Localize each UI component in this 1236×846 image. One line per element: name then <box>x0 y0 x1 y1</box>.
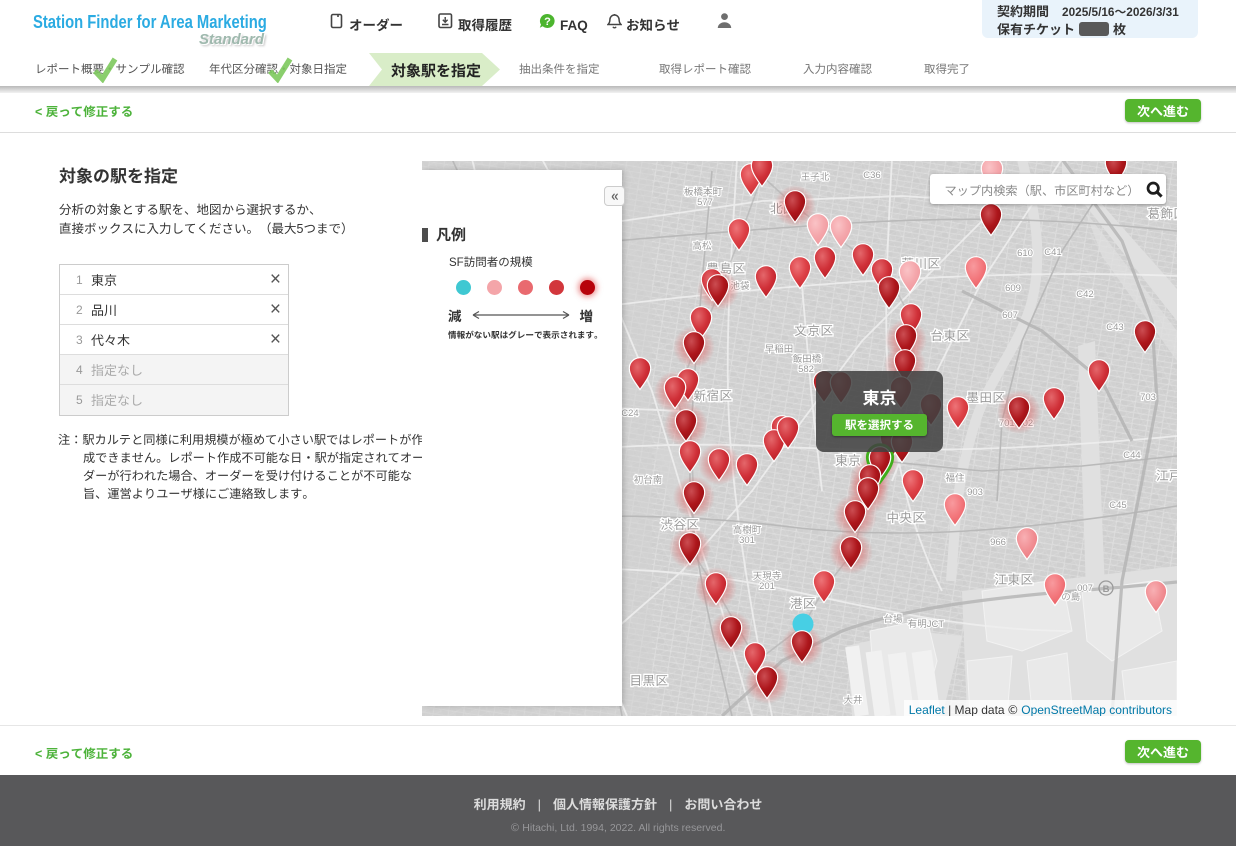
svg-text:966: 966 <box>990 534 1006 548</box>
svg-text:C42: C42 <box>1076 286 1093 300</box>
svg-text:目黒区: 目黒区 <box>629 670 668 689</box>
svg-text:610: 610 <box>1017 245 1033 259</box>
svg-text:609: 609 <box>1005 280 1021 294</box>
svg-text:C44: C44 <box>1123 447 1140 461</box>
svg-text:早稲田: 早稲田 <box>765 341 794 355</box>
svg-text:201: 201 <box>759 578 775 592</box>
svg-text:C43: C43 <box>1106 319 1123 333</box>
svg-text:577: 577 <box>697 194 713 208</box>
svg-text:中央区: 中央区 <box>886 507 925 526</box>
svg-text:台東区: 台東区 <box>930 325 969 344</box>
svg-text:C36: C36 <box>863 167 880 181</box>
svg-text:大井: 大井 <box>843 692 862 706</box>
svg-text:高松: 高松 <box>692 238 712 252</box>
svg-text:C45: C45 <box>1109 497 1126 511</box>
svg-text:607: 607 <box>1002 307 1018 321</box>
svg-text:007: 007 <box>1077 580 1093 594</box>
svg-text:福住: 福住 <box>945 470 965 484</box>
svg-text:新宿区: 新宿区 <box>693 385 732 404</box>
svg-text:江東区: 江東区 <box>994 569 1033 588</box>
svg-text:301: 301 <box>739 532 755 546</box>
svg-text:台場: 台場 <box>883 611 903 625</box>
svg-text:C41: C41 <box>1044 244 1061 258</box>
svg-text:文京区: 文京区 <box>794 320 833 339</box>
svg-text:江戸川区: 江戸川区 <box>1156 465 1177 484</box>
svg-text:?: ? <box>544 16 551 28</box>
svg-text:王子北: 王子北 <box>801 169 830 183</box>
svg-text:港区: 港区 <box>790 593 816 612</box>
svg-text:582: 582 <box>798 361 814 375</box>
svg-text:B: B <box>1103 584 1110 595</box>
svg-text:有明JCT: 有明JCT <box>908 616 945 630</box>
svg-text:903: 903 <box>967 484 983 498</box>
svg-text:初台南: 初台南 <box>634 472 663 486</box>
svg-text:葛飾区: 葛飾区 <box>1147 203 1177 222</box>
svg-text:C24: C24 <box>621 405 638 419</box>
svg-text:703: 703 <box>1140 389 1156 403</box>
